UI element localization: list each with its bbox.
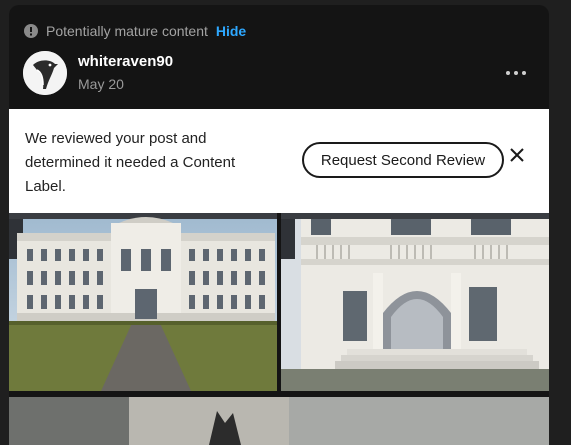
hide-link[interactable]: Hide bbox=[216, 23, 246, 39]
info-icon bbox=[24, 24, 38, 38]
notice-line-2: determined it needed a Content bbox=[25, 154, 236, 171]
content-label-notice: We reviewed your post and determined it … bbox=[9, 109, 549, 213]
post-image-partial[interactable] bbox=[9, 397, 549, 445]
post-date: May 20 bbox=[78, 76, 124, 92]
avatar[interactable] bbox=[23, 51, 67, 95]
close-icon[interactable] bbox=[508, 146, 526, 164]
post-image-palace-exterior[interactable] bbox=[9, 213, 277, 391]
request-second-review-button[interactable]: Request Second Review bbox=[302, 142, 504, 178]
mature-warning: Potentially mature content Hide bbox=[24, 22, 246, 40]
notice-line-1: We reviewed your post and bbox=[25, 130, 207, 147]
notice-text: We reviewed your post and determined it … bbox=[25, 127, 280, 199]
raven-avatar-icon bbox=[23, 51, 67, 95]
post-card: Potentially mature content Hide whiterav… bbox=[9, 5, 549, 445]
more-dots-icon[interactable] bbox=[503, 63, 529, 83]
username[interactable]: whiteraven90 bbox=[78, 53, 173, 70]
notice-line-3: Label. bbox=[25, 178, 66, 195]
post-image-palace-entrance[interactable] bbox=[281, 213, 549, 391]
mature-warning-text: Potentially mature content bbox=[46, 23, 208, 39]
